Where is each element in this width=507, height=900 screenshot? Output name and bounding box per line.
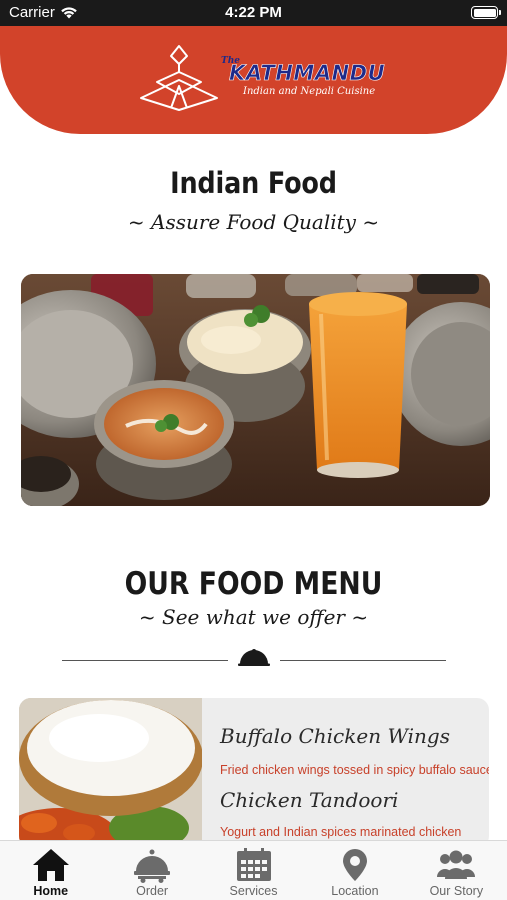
- intro-subtitle: ~ Assure Food Quality ~: [127, 210, 380, 234]
- group-icon: [437, 850, 476, 879]
- menu-item-description: Fried chicken wings tossed in spicy buff…: [220, 763, 489, 777]
- status-bar: Carrier 4:22 PM: [0, 0, 507, 26]
- menu-section-subtitle: ~ See what we offer ~: [138, 605, 369, 629]
- order-cart-icon: [134, 849, 171, 883]
- menu-item-name[interactable]: Chicken Tandoori: [220, 788, 398, 812]
- logo-name-text: KATHMANDU: [229, 61, 386, 86]
- intro-title: Indian Food: [170, 166, 337, 200]
- menu-item-list: Buffalo Chicken Wings Fried chicken wing…: [202, 698, 489, 848]
- tab-our-story[interactable]: Our Story: [406, 841, 507, 900]
- app-header: The KATHMANDU Indian and Nepali Cuisine: [0, 26, 507, 134]
- restaurant-logo[interactable]: The KATHMANDU Indian and Nepali Cuisine: [137, 42, 385, 118]
- battery-icon: [471, 6, 501, 19]
- divider-right: [280, 660, 446, 661]
- calendar-icon: [236, 848, 271, 881]
- app-screen: Carrier 4:22 PM The KATHMANDU Indian and…: [0, 0, 507, 900]
- bottom-tab-bar: Home Order Services Location Our Story: [0, 840, 507, 900]
- tab-label: Our Story: [429, 884, 484, 898]
- tab-services[interactable]: Services: [203, 841, 304, 900]
- tab-label: Services: [229, 884, 278, 898]
- menu-item-description: Yogurt and Indian spices marinated chick…: [220, 825, 462, 839]
- tab-label: Location: [331, 884, 379, 898]
- menu-section-title: OUR FOOD MENU: [124, 566, 383, 602]
- logo-tagline: Indian and Nepali Cuisine: [243, 86, 376, 97]
- menu-card[interactable]: Buffalo Chicken Wings Fried chicken wing…: [19, 698, 489, 848]
- tab-label: Order: [136, 884, 169, 898]
- menu-item-image: [19, 698, 202, 848]
- cloche-icon: [238, 649, 270, 666]
- location-pin-icon: [342, 849, 367, 881]
- tab-order[interactable]: Order: [101, 841, 202, 900]
- tab-location[interactable]: Location: [304, 841, 405, 900]
- food-bowl-photo: [19, 698, 202, 848]
- hero-food-image: [21, 274, 490, 506]
- clock: 4:22 PM: [225, 4, 282, 21]
- indian-food-photo: [21, 274, 490, 506]
- tab-label: Home: [33, 884, 69, 898]
- temple-logo-icon: [140, 45, 218, 111]
- divider-left: [62, 660, 228, 661]
- tab-home[interactable]: Home: [0, 841, 101, 900]
- home-icon: [32, 849, 69, 881]
- menu-item-name[interactable]: Buffalo Chicken Wings: [220, 724, 450, 748]
